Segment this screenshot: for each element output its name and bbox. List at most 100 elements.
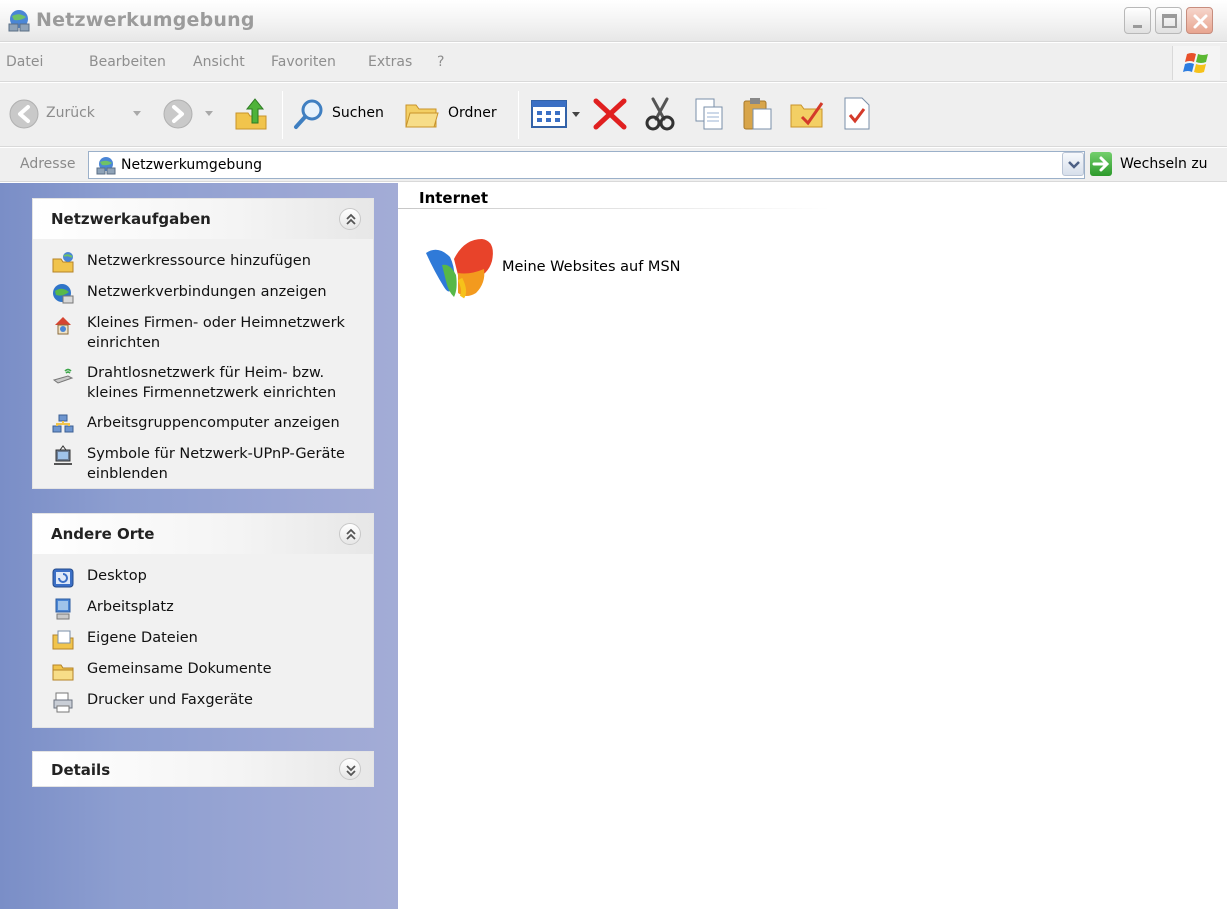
details-panel: Details — [32, 751, 374, 787]
task-label: Netzwerkverbindungen anzeigen — [87, 284, 327, 300]
toolbar-separator — [282, 91, 283, 139]
search-label: Suchen — [332, 105, 384, 121]
address-value: Netzwerkumgebung — [121, 157, 262, 173]
workgroup-computers-icon — [52, 414, 74, 433]
task-label: Symbole für Netzwerk-UPnP-Geräte einblen… — [87, 446, 345, 482]
network-places-icon — [96, 157, 116, 175]
panel-title: Netzwerkaufgaben — [51, 210, 211, 228]
back-label: Zurück — [46, 105, 95, 121]
panel-title: Details — [51, 761, 111, 779]
paste-button[interactable] — [740, 95, 776, 133]
place-shared-documents[interactable]: Gemeinsame Dokumente — [51, 659, 371, 681]
other-places-header[interactable]: Andere Orte — [33, 514, 373, 554]
copy-button[interactable] — [692, 95, 728, 133]
minimize-icon — [1133, 25, 1142, 28]
other-places-panel: Andere Orte Desktop Arbeitsplatz Eigene … — [32, 513, 374, 728]
network-tasks-header[interactable]: Netzwerkaufgaben — [33, 199, 373, 239]
menu-ansicht[interactable]: Ansicht — [193, 54, 245, 70]
task-view-workgroup-computers[interactable]: Arbeitsgruppencomputer anzeigen — [51, 413, 371, 435]
go-button[interactable] — [1090, 152, 1112, 176]
network-tasks-panel: Netzwerkaufgaben Netzwerkressource hinzu… — [32, 198, 374, 489]
toolbar-separator — [518, 91, 519, 139]
go-label[interactable]: Wechseln zu — [1120, 156, 1208, 172]
paste-icon — [743, 98, 772, 130]
task-label: Netzwerkressource hinzufügen — [87, 253, 311, 269]
panel-title: Andere Orte — [51, 525, 155, 543]
folders-icon — [405, 104, 439, 128]
back-arrow-icon — [9, 99, 39, 129]
close-icon — [1193, 14, 1208, 29]
place-label: Drucker und Faxgeräte — [87, 692, 253, 708]
place-printers-faxes[interactable]: Drucker und Faxgeräte — [51, 690, 371, 713]
task-pane: Netzwerkaufgaben Netzwerkressource hinzu… — [0, 183, 398, 909]
windows-logo — [1172, 46, 1220, 80]
delete-button[interactable] — [590, 95, 630, 133]
properties-button[interactable] — [840, 95, 874, 133]
menu-favoriten[interactable]: Favoriten — [271, 54, 336, 70]
address-bar: Adresse Netzwerkumgebung — [0, 148, 1227, 182]
details-header[interactable]: Details — [33, 752, 373, 786]
task-show-upnp-icons[interactable]: Symbole für Netzwerk-UPnP-Geräte einblen… — [51, 444, 371, 486]
up-button[interactable] — [232, 95, 270, 133]
address-dropdown-button[interactable] — [1062, 152, 1084, 176]
task-setup-home-network[interactable]: Kleines Firmen- oder Heimnetzwerk einric… — [51, 313, 371, 355]
wireless-network-icon — [52, 368, 74, 384]
move-to-folder-icon — [790, 102, 824, 128]
place-label: Eigene Dateien — [87, 630, 198, 646]
menu-help[interactable]: ? — [437, 54, 444, 70]
copy-icon — [695, 98, 723, 130]
folders-label: Ordner — [448, 105, 497, 121]
collapse-button[interactable] — [339, 523, 361, 545]
back-button[interactable]: Zurück — [6, 96, 146, 132]
close-button[interactable] — [1186, 7, 1213, 34]
place-label: Gemeinsame Dokumente — [87, 661, 272, 677]
home-network-icon — [55, 317, 71, 335]
menu-bar: Datei Bearbeiten Ansicht Favoriten Extra… — [0, 43, 1227, 82]
collapse-button[interactable] — [339, 208, 361, 230]
menu-extras[interactable]: Extras — [368, 54, 412, 70]
network-places-icon — [8, 10, 30, 32]
folder-up-icon — [235, 98, 267, 130]
place-label: Desktop — [87, 568, 147, 584]
task-label: Drahtlosnetzwerk für Heim- bzw. kleines … — [87, 365, 337, 401]
network-connections-icon — [53, 284, 74, 304]
place-my-computer[interactable]: Arbeitsplatz — [51, 597, 371, 620]
folders-button[interactable]: Ordner — [404, 95, 508, 133]
move-to-folder-button[interactable] — [788, 95, 828, 133]
task-label: Arbeitsgruppencomputer anzeigen — [87, 415, 340, 431]
place-desktop[interactable]: Desktop — [51, 566, 371, 588]
forward-dropdown-icon — [205, 111, 213, 116]
upnp-devices-icon — [54, 445, 72, 465]
expand-button[interactable] — [339, 758, 361, 780]
toolbar: Zurück Suchen Ordner — [0, 83, 1227, 147]
maximize-button[interactable] — [1155, 7, 1182, 34]
search-icon — [294, 99, 323, 129]
window-title: Netzwerkumgebung — [36, 9, 255, 31]
search-button[interactable]: Suchen — [292, 95, 398, 133]
views-button[interactable] — [530, 97, 586, 131]
views-icon — [531, 100, 580, 128]
place-my-documents[interactable]: Eigene Dateien — [51, 628, 371, 650]
minimize-button[interactable] — [1124, 7, 1151, 34]
group-heading: Internet — [419, 189, 489, 207]
double-chevron-down-icon — [346, 765, 356, 777]
task-view-network-connections[interactable]: Netzwerkverbindungen anzeigen — [51, 282, 371, 304]
my-computer-icon — [55, 598, 71, 620]
cut-button[interactable] — [642, 95, 678, 133]
forward-arrow-icon — [163, 99, 193, 129]
address-input[interactable]: Netzwerkumgebung — [88, 151, 1085, 179]
forward-button[interactable] — [160, 96, 218, 132]
double-chevron-up-icon — [346, 528, 356, 540]
msn-websites-label: Meine Websites auf MSN — [502, 259, 681, 275]
desktop-icon — [52, 568, 74, 588]
menu-bearbeiten[interactable]: Bearbeiten — [89, 54, 166, 70]
add-network-place-icon — [52, 252, 74, 273]
double-chevron-up-icon — [346, 213, 356, 225]
menu-datei[interactable]: Datei — [6, 54, 43, 70]
go-arrow-icon — [1092, 156, 1110, 172]
content-area: Internet Meine Websites auf MSN — [398, 183, 1227, 909]
task-add-network-place[interactable]: Netzwerkressource hinzufügen — [51, 251, 371, 273]
title-bar[interactable]: Netzwerkumgebung — [0, 0, 1227, 42]
task-setup-wireless-network[interactable]: Drahtlosnetzwerk für Heim- bzw. kleines … — [51, 363, 371, 405]
my-documents-icon — [52, 630, 74, 650]
